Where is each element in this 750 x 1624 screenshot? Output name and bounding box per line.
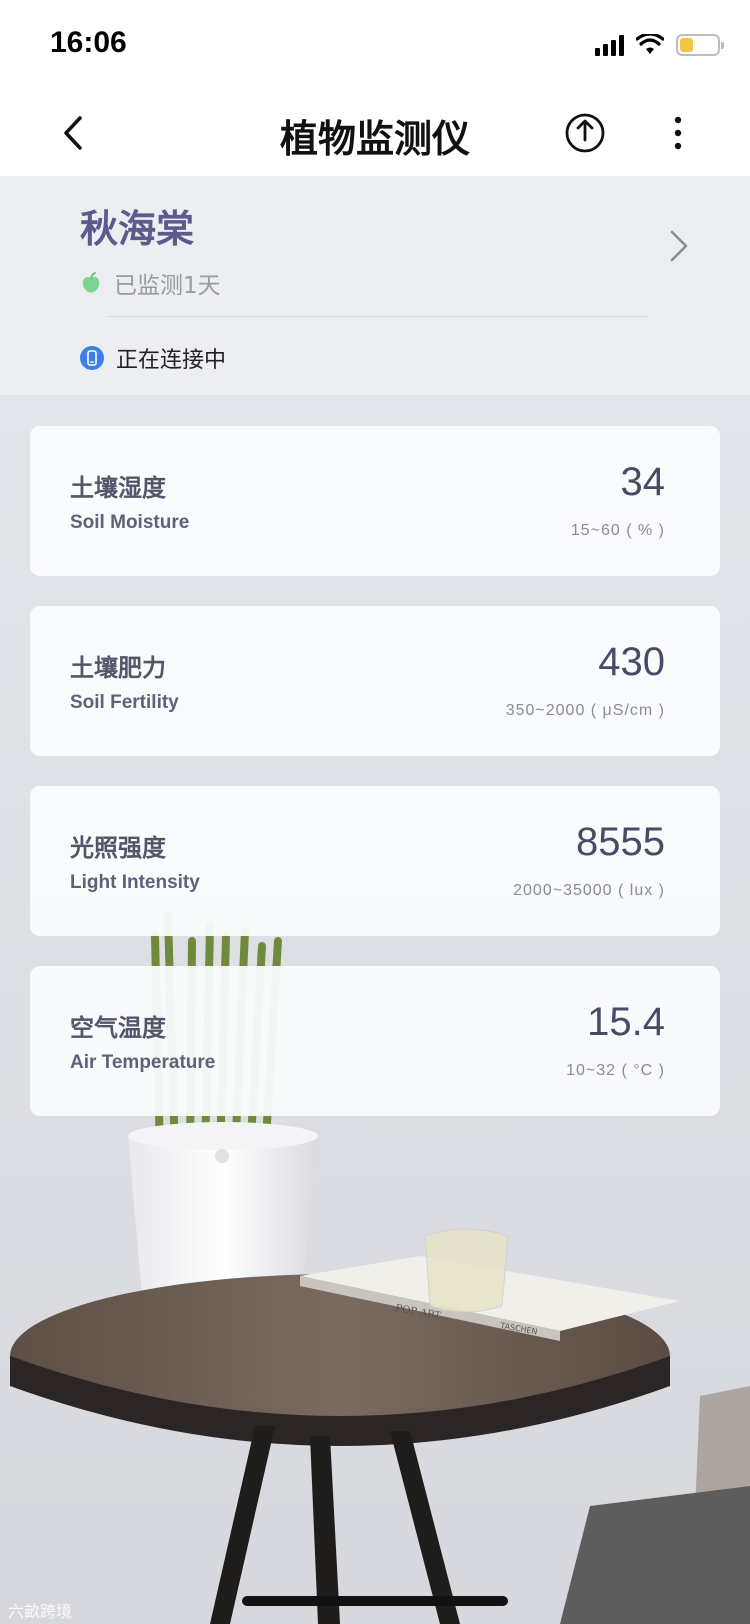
plant-name: 秋海棠 [80,207,195,251]
battery-icon [676,34,724,56]
connection-status: 正在连接中 [80,342,226,374]
more-icon [674,116,682,150]
nav-bar: 植物监测仪 [0,92,750,176]
share-icon [565,113,605,153]
divider [108,316,648,317]
metric-label-en: Air Temperature [70,1052,216,1073]
monitor-days: 已监测1天 [80,266,221,300]
plant-header[interactable]: 秋海棠 已监测1天 正在连接中 [0,176,750,396]
metric-label-en: Soil Moisture [70,512,190,533]
metric-card-soil-moisture[interactable]: 土壤湿度 Soil Moisture 34 15~60 ( % ) [30,426,720,576]
metric-card-air-temperature[interactable]: 空气温度 Air Temperature 15.4 10~32 ( °C ) [30,966,720,1116]
metric-value: 34 [620,460,666,504]
home-indicator[interactable] [242,1596,508,1606]
status-bar: 16:06 [0,0,750,92]
chevron-right-icon [670,230,688,262]
wifi-icon [636,34,664,54]
metric-range: 10~32 ( °C ) [566,1062,665,1079]
more-button[interactable] [660,108,696,158]
battery-level [680,38,693,52]
metric-card-light-intensity[interactable]: 光照强度 Light Intensity 8555 2000~35000 ( l… [30,786,720,936]
page-title: 植物监测仪 [279,117,470,161]
metric-label-zh: 光照强度 [70,834,166,862]
metric-range: 2000~35000 ( lux ) [513,882,665,899]
signal-icon [595,34,624,56]
metric-label-zh: 土壤湿度 [70,474,166,502]
watermark: 六畝跨境 [8,1602,73,1621]
metric-value: 8555 [576,820,665,864]
metric-label-zh: 土壤肥力 [70,654,166,682]
metric-range: 350~2000 ( μS/cm ) [505,702,665,719]
metric-range: 15~60 ( % ) [570,522,665,539]
connection-text: 正在连接中 [116,348,227,373]
apple-icon [82,272,100,293]
metric-card-soil-fertility[interactable]: 土壤肥力 Soil Fertility 430 350~2000 ( μS/cm… [30,606,720,756]
share-button[interactable] [560,108,610,158]
metric-value: 15.4 [587,1000,665,1044]
phone-icon [80,346,104,370]
metric-value: 430 [598,640,665,684]
status-time: 16:06 [50,26,127,59]
metric-label-en: Soil Fertility [70,692,179,713]
monitor-days-text: 已监测1天 [114,273,221,299]
plant-detail-button[interactable] [660,226,696,266]
metric-label-en: Light Intensity [70,872,200,893]
metric-label-zh: 空气温度 [70,1014,166,1042]
status-icons [595,30,724,60]
